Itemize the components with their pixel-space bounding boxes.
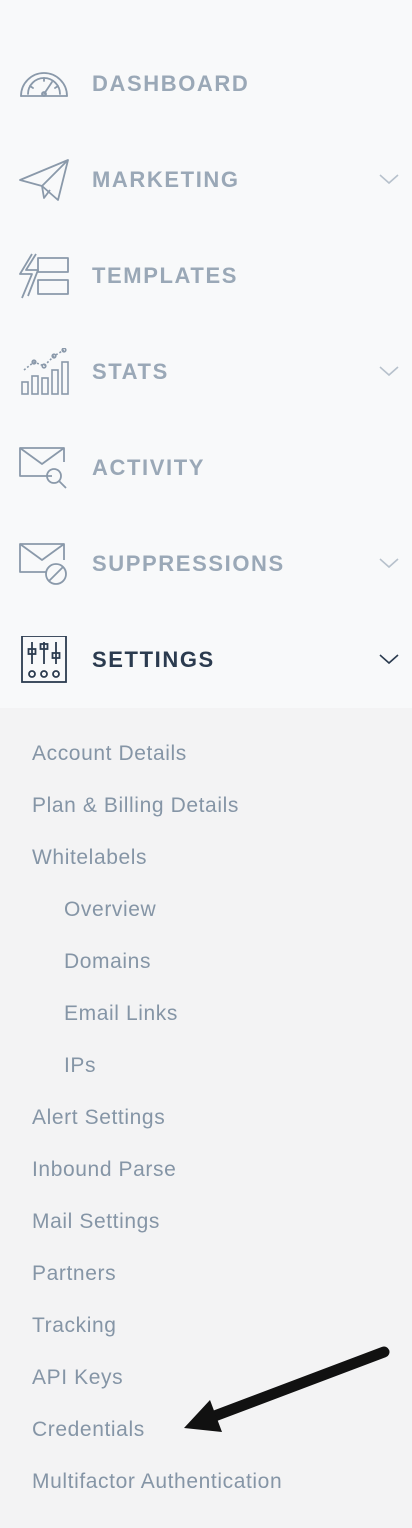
submenu-item-plan-billing[interactable]: Plan & Billing Details bbox=[32, 790, 239, 822]
nav-item-suppressions[interactable]: SUPPRESSIONS bbox=[0, 516, 412, 612]
chevron-down-icon[interactable] bbox=[378, 556, 400, 570]
chevron-down-icon[interactable] bbox=[378, 172, 400, 186]
sidebar-nav: DASHBOARD MARKETING TEMPLATES STATS ACTI… bbox=[0, 0, 412, 708]
nav-label: SUPPRESSIONS bbox=[92, 551, 285, 576]
envelope-search-icon bbox=[16, 444, 72, 492]
submenu-item-whitelabels[interactable]: Whitelabels bbox=[32, 842, 147, 874]
nav-label: STATS bbox=[92, 359, 169, 384]
nav-item-activity[interactable]: ACTIVITY bbox=[0, 420, 412, 516]
submenu-item-multifactor-auth[interactable]: Multifactor Authentication bbox=[32, 1466, 282, 1498]
dashboard-gauge-icon bbox=[16, 60, 72, 108]
nav-label: MARKETING bbox=[92, 167, 240, 192]
submenu-item-inbound-parse[interactable]: Inbound Parse bbox=[32, 1154, 176, 1186]
nav-label: ACTIVITY bbox=[92, 455, 206, 480]
chevron-down-icon[interactable] bbox=[378, 652, 400, 666]
stats-chart-icon bbox=[16, 348, 72, 396]
nav-item-marketing[interactable]: MARKETING bbox=[0, 132, 412, 228]
submenu-item-mail-settings[interactable]: Mail Settings bbox=[32, 1206, 160, 1238]
nav-item-dashboard[interactable]: DASHBOARD bbox=[0, 36, 412, 132]
nav-label: TEMPLATES bbox=[92, 263, 238, 288]
submenu-item-account-details[interactable]: Account Details bbox=[32, 738, 187, 770]
submenu-item-alert-settings[interactable]: Alert Settings bbox=[32, 1102, 165, 1134]
submenu-item-tracking[interactable]: Tracking bbox=[32, 1310, 117, 1342]
submenu-item-partners[interactable]: Partners bbox=[32, 1258, 116, 1290]
paper-plane-icon bbox=[16, 156, 72, 204]
submenu-item-api-keys[interactable]: API Keys bbox=[32, 1362, 123, 1394]
nav-item-settings[interactable]: SETTINGS bbox=[0, 612, 412, 708]
submenu-item-ips[interactable]: IPs bbox=[64, 1050, 96, 1082]
submenu-item-credentials[interactable]: Credentials bbox=[32, 1414, 145, 1446]
annotation-arrow-icon bbox=[180, 1340, 392, 1440]
submenu-item-domains[interactable]: Domains bbox=[64, 946, 151, 978]
nav-label: SETTINGS bbox=[92, 647, 215, 672]
submenu-item-overview[interactable]: Overview bbox=[64, 894, 156, 926]
nav-label: DASHBOARD bbox=[92, 71, 250, 96]
nav-item-templates[interactable]: TEMPLATES bbox=[0, 228, 412, 324]
chevron-down-icon[interactable] bbox=[378, 364, 400, 378]
templates-icon bbox=[16, 252, 72, 300]
nav-item-stats[interactable]: STATS bbox=[0, 324, 412, 420]
submenu-item-email-links[interactable]: Email Links bbox=[64, 998, 178, 1030]
envelope-blocked-icon bbox=[16, 540, 72, 588]
sliders-icon bbox=[16, 636, 72, 684]
